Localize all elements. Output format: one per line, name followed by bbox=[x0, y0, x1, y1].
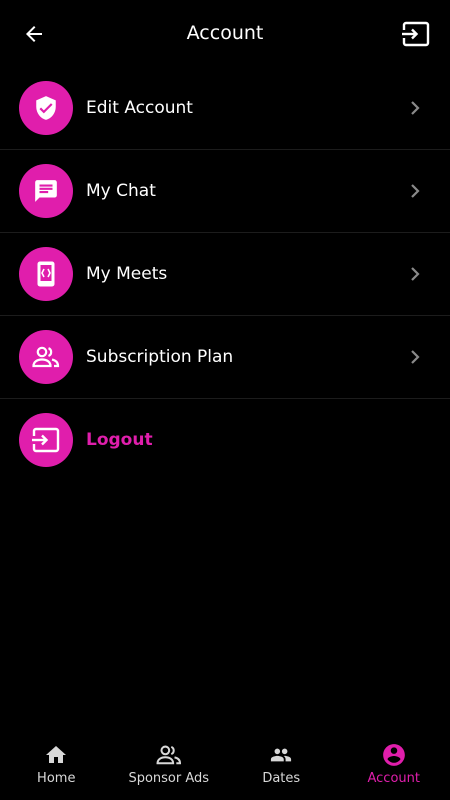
menu-icon-circle bbox=[19, 164, 73, 218]
menu-item-logout[interactable]: Logout bbox=[0, 399, 450, 481]
account-circle-icon bbox=[382, 744, 405, 766]
phone-meet-icon bbox=[37, 261, 55, 287]
menu-item-edit-account[interactable]: Edit Account bbox=[0, 67, 450, 150]
app-bar: Account bbox=[0, 0, 450, 68]
tab-sponsor-ads[interactable]: Sponsor Ads bbox=[113, 732, 226, 800]
page-title: Account bbox=[186, 22, 264, 44]
people-outline-icon bbox=[156, 745, 181, 765]
menu-item-label: My Meets bbox=[86, 264, 168, 284]
chevron-right-icon bbox=[408, 350, 422, 364]
menu-item-my-meets[interactable]: My Meets bbox=[0, 233, 450, 316]
exit-to-app-icon bbox=[402, 21, 430, 47]
tab-label: Dates bbox=[262, 771, 301, 786]
logout-icon bbox=[32, 427, 60, 453]
chevron-right-icon bbox=[408, 184, 422, 198]
tab-label: Sponsor Ads bbox=[128, 771, 210, 786]
menu-icon-circle bbox=[19, 247, 73, 301]
menu-item-label: Subscription Plan bbox=[86, 347, 234, 367]
chat-icon bbox=[35, 180, 57, 202]
tab-account[interactable]: Account bbox=[338, 732, 450, 800]
tab-label: Account bbox=[367, 771, 421, 786]
bottom-navigation: Home Sponsor Ads Dates Account bbox=[0, 732, 450, 800]
menu-item-subscription-plan[interactable]: Subscription Plan bbox=[0, 316, 450, 399]
shield-check-icon bbox=[36, 96, 56, 120]
people-icon bbox=[32, 346, 60, 368]
account-menu: Edit Account My Chat My Meets Subscripti… bbox=[0, 67, 450, 481]
chevron-right-icon bbox=[408, 267, 422, 281]
exit-button[interactable] bbox=[400, 19, 432, 49]
home-icon bbox=[46, 746, 67, 763]
menu-icon-circle bbox=[19, 81, 73, 135]
tab-dates[interactable]: Dates bbox=[225, 732, 338, 800]
menu-item-label: Edit Account bbox=[86, 98, 193, 118]
tab-label: Home bbox=[37, 771, 76, 786]
logout-label: Logout bbox=[86, 430, 153, 450]
tab-home[interactable]: Home bbox=[0, 732, 113, 800]
chevron-right-icon bbox=[408, 101, 422, 115]
menu-icon-circle bbox=[19, 413, 73, 467]
menu-item-label: My Chat bbox=[86, 181, 156, 201]
people-icon bbox=[271, 748, 292, 762]
menu-item-my-chat[interactable]: My Chat bbox=[0, 150, 450, 233]
menu-icon-circle bbox=[19, 330, 73, 384]
